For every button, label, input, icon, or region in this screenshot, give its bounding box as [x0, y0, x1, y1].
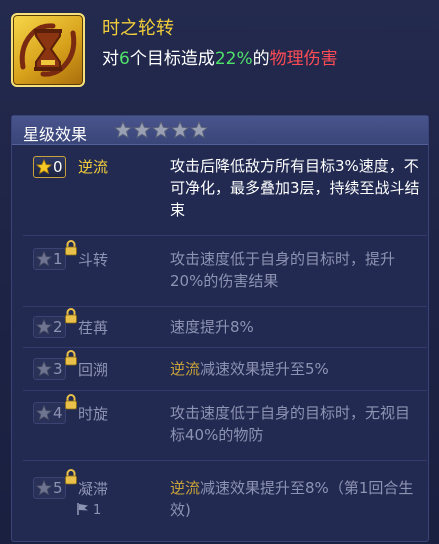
- star-icon: [114, 121, 132, 139]
- effect-description: 攻击后降低敌方所有目标3%速度，不可净化，最多叠加3层，持续至战斗结束: [170, 157, 420, 219]
- effect-description: 逆流减速效果提升至8%（第1回合生效): [170, 479, 414, 519]
- lock-icon: [65, 350, 77, 366]
- star-icon: [171, 121, 189, 139]
- star-level-badge: 4: [33, 402, 66, 424]
- skill-name: 时之轮转: [102, 18, 174, 39]
- effect-description: 攻击速度低于自身的目标时，提升20%的伤害结果: [170, 250, 396, 290]
- star-level-badge: 1: [33, 248, 66, 270]
- damage-percent: 22%: [214, 49, 253, 69]
- effect-name: 凝滞: [78, 480, 109, 498]
- star-level: 3: [53, 360, 63, 378]
- star-effect-row: 3 回溯 逆流减速效果提升至5%: [23, 347, 427, 390]
- star-icon: [36, 251, 52, 267]
- star-level: 5: [53, 479, 63, 497]
- effect-reference: 逆流: [170, 360, 201, 378]
- star-level: 4: [53, 404, 63, 422]
- star-icon: [152, 121, 170, 139]
- star-icon: [133, 121, 151, 139]
- star-level-badge: 2: [33, 316, 66, 338]
- star-icon: [36, 361, 52, 377]
- star-icon: [36, 405, 52, 421]
- star-level-badge: 3: [33, 358, 66, 380]
- star-effect-row: 5 凝滞 1 逆流减速效果提升至8%（第1回合生效): [23, 460, 427, 542]
- effect-name: 荏苒: [78, 319, 109, 337]
- star-icon: [36, 159, 52, 175]
- lock-icon: [65, 469, 77, 485]
- effect-name: 逆流: [78, 158, 109, 176]
- star-icon: [36, 319, 52, 335]
- effect-name: 回溯: [78, 361, 109, 379]
- star-effects-panel: 星级效果 0 逆流 攻击后降低敌方所有目标3%速度，不可净化，最多叠加3层，持续…: [11, 115, 429, 542]
- damage-type: 物理伤害: [269, 49, 338, 69]
- effect-name: 斗转: [78, 251, 109, 269]
- flag-counter: 1: [76, 502, 101, 518]
- flag-count: 1: [93, 503, 102, 518]
- star-level: 1: [53, 250, 63, 268]
- lock-icon: [65, 394, 77, 410]
- star-level-badge: 5: [33, 477, 66, 499]
- target-count: 6: [119, 49, 130, 69]
- star-level: 2: [53, 318, 63, 336]
- effect-reference: 逆流: [170, 479, 201, 497]
- star-level-badge: 0: [33, 156, 66, 178]
- skill-icon: [11, 13, 85, 87]
- panel-title: 星级效果: [23, 125, 88, 144]
- star-icon: [36, 480, 52, 496]
- flag-icon: [77, 503, 88, 515]
- star-effect-row: 4 时旋 攻击速度低于自身的目标时，无视目标40%的物防: [23, 390, 427, 460]
- hourglass-icon: [19, 23, 77, 77]
- star-icon: [190, 121, 208, 139]
- star-effect-row: 2 荏苒 速度提升8%: [23, 306, 427, 347]
- lock-icon: [65, 240, 77, 256]
- star-level: 0: [53, 158, 63, 176]
- star-effect-row: 0 逆流 攻击后降低敌方所有目标3%速度，不可净化，最多叠加3层，持续至战斗结束: [23, 148, 427, 235]
- effect-description: 速度提升8%: [170, 318, 254, 336]
- panel-header: 星级效果: [12, 116, 428, 145]
- lock-icon: [65, 308, 77, 324]
- effect-description: 逆流减速效果提升至5%: [170, 360, 329, 378]
- star-rating: [114, 121, 209, 139]
- star-effect-row: 1 斗转 攻击速度低于自身的目标时，提升20%的伤害结果: [23, 235, 427, 306]
- skill-description: 对6个目标造成22%的物理伤害: [102, 49, 338, 69]
- effect-name: 时旋: [78, 405, 109, 423]
- effect-description: 攻击速度低于自身的目标时，无视目标40%的物防: [170, 404, 411, 444]
